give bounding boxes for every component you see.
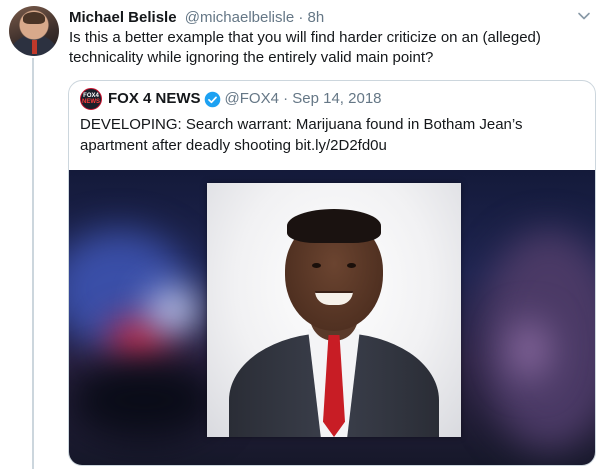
verified-badge-icon (204, 91, 220, 107)
logo-bottom-text: NEWS (82, 99, 100, 105)
separator-dot: · (298, 9, 304, 26)
author-handle-text[interactable]: @michaelbelisle (185, 9, 294, 26)
fox4-logo[interactable]: FOX4 NEWS (80, 88, 102, 110)
portrait-photo (207, 183, 461, 437)
quoted-tweet-header: FOX4 NEWS FOX 4 NEWS @FOX4 · Sep 14, 201… (80, 88, 382, 110)
author-handle: @michaelbelisle · 8h (185, 9, 324, 26)
quoted-author-name[interactable]: FOX 4 NEWS (108, 89, 201, 109)
tweet-time[interactable]: 8h (308, 9, 325, 26)
author-name[interactable]: Michael Belisle (69, 9, 177, 26)
quoted-tweet-text: DEVELOPING: Search warrant: Marijuana fo… (80, 116, 523, 154)
avatar-tie (32, 40, 37, 54)
chevron-down-icon[interactable] (576, 8, 592, 24)
portrait-eye-right (347, 263, 356, 268)
quoted-author-handle[interactable]: @FOX4 (225, 90, 279, 107)
tweet-text: Is this a better example that you will f… (69, 29, 541, 66)
portrait-hair (287, 209, 381, 243)
portrait-eye-left (312, 263, 321, 268)
avatar[interactable] (9, 6, 59, 56)
quoted-tweet[interactable]: FOX4 NEWS FOX 4 NEWS @FOX4 · Sep 14, 201… (68, 80, 596, 466)
separator-dot: · (283, 90, 289, 107)
quoted-tweet-date: Sep 14, 2018 (292, 90, 382, 107)
thread-line (32, 58, 34, 469)
tweet-header: Michael Belisle @michaelbelisle · 8h (69, 8, 569, 28)
quoted-author-handle-group: @FOX4 · Sep 14, 2018 (225, 89, 382, 109)
bg-white-light (149, 290, 199, 330)
quoted-tweet-image[interactable] (69, 170, 595, 465)
bg-window-glow (509, 320, 549, 380)
avatar-hair (23, 12, 45, 24)
bg-police-car (69, 360, 219, 440)
